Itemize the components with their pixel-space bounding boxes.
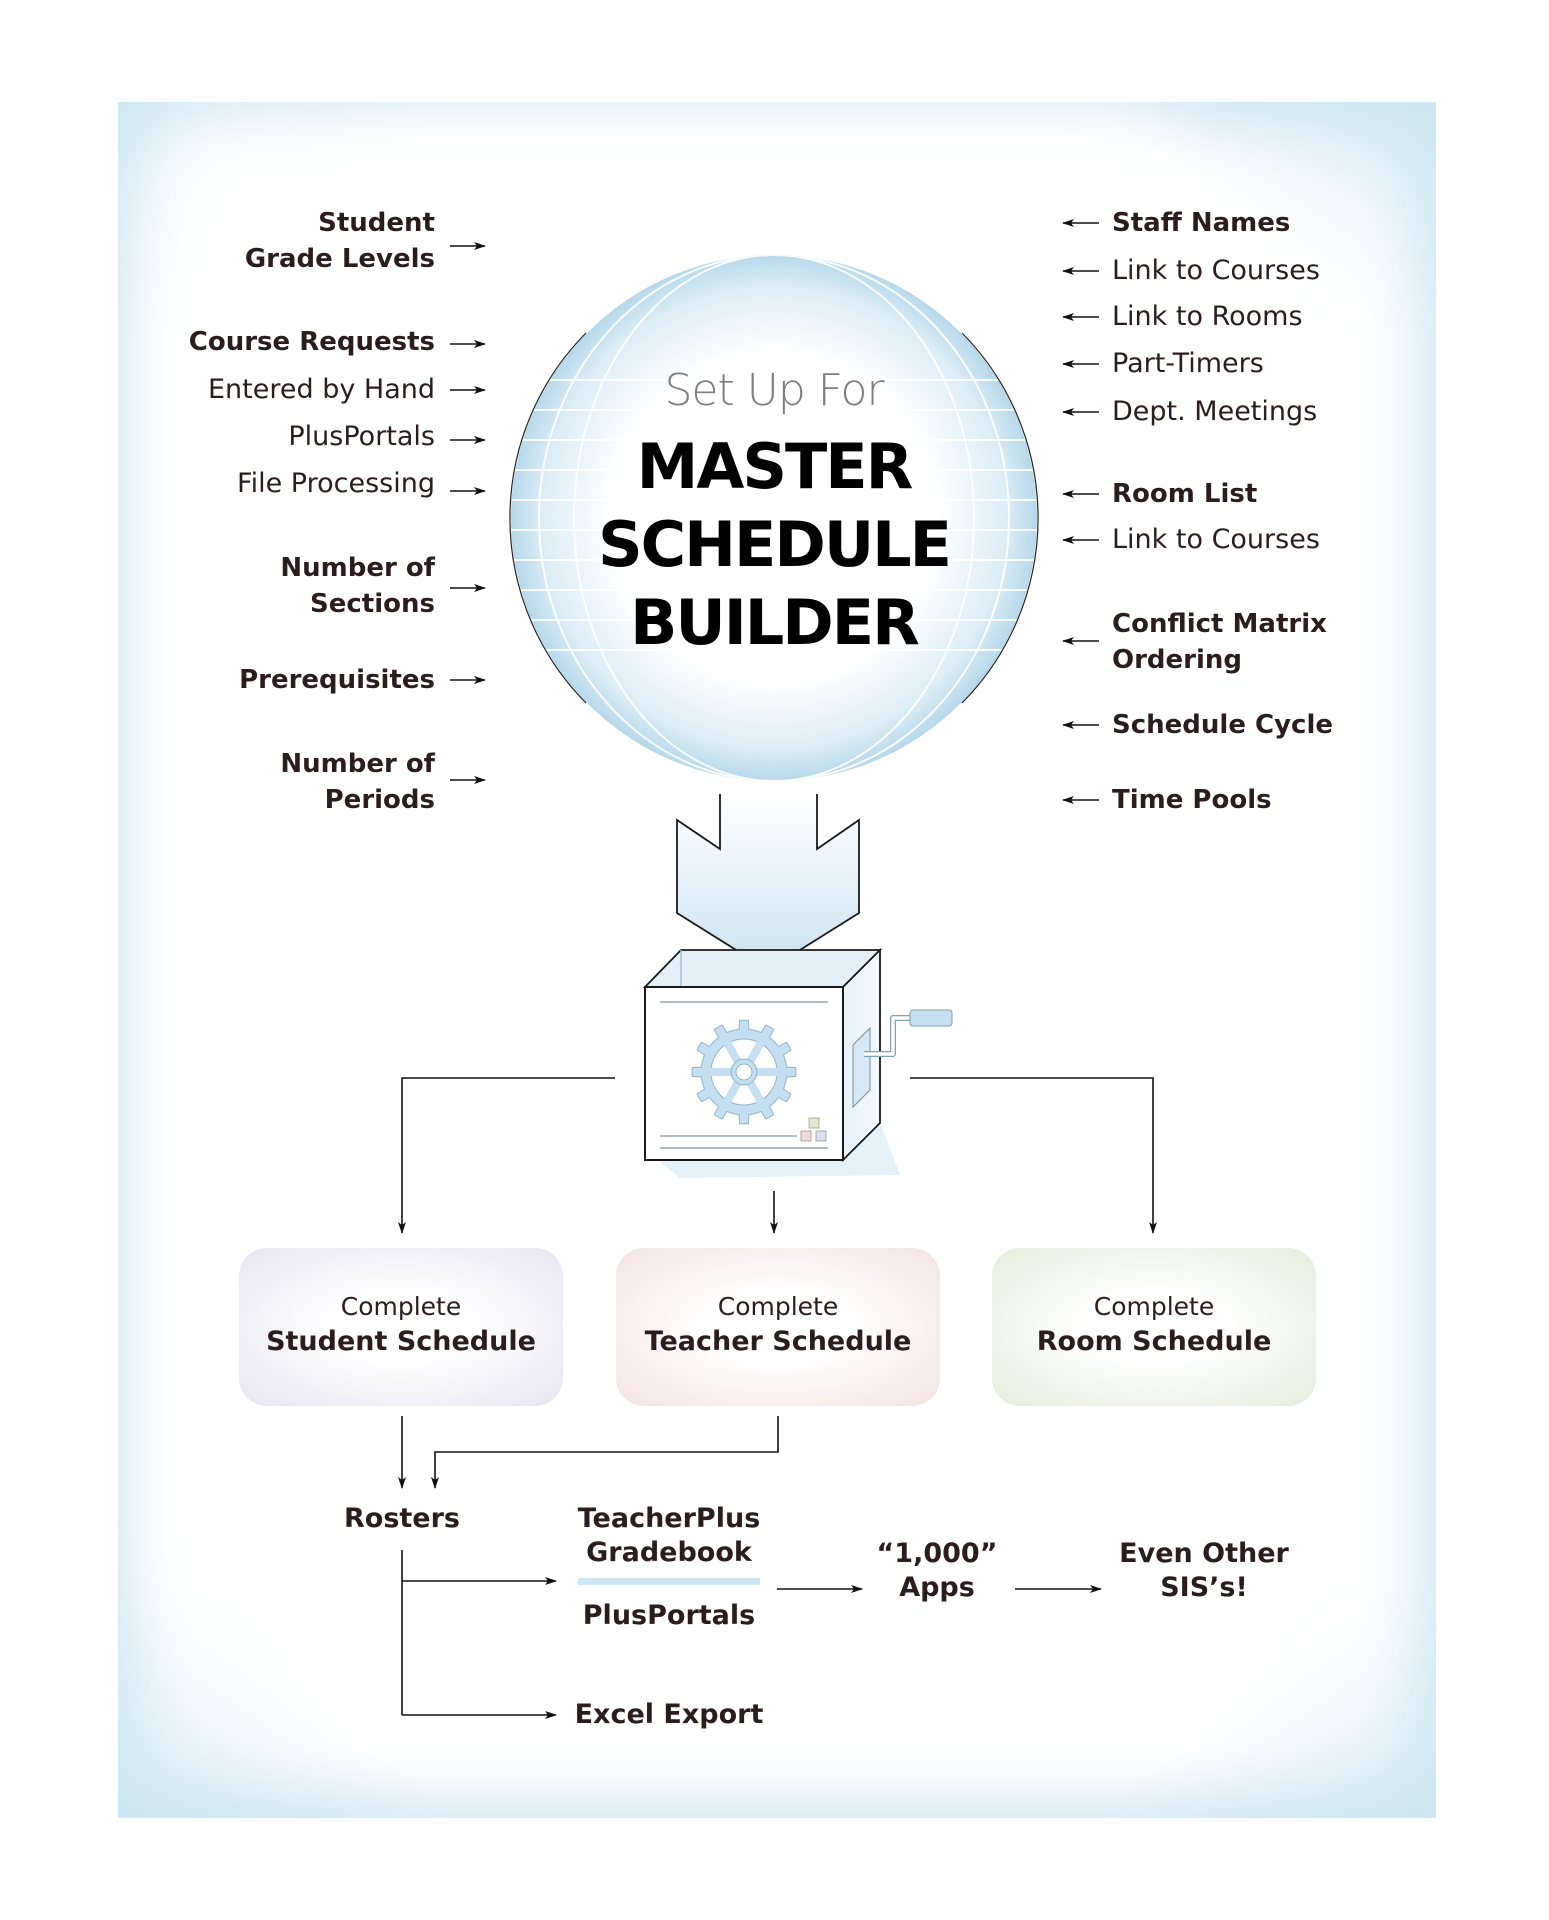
crank-handle [909, 1009, 953, 1027]
input-right-7-line-1: Ordering [1112, 645, 1243, 675]
gradebook-line-2: Gradebook [586, 1537, 752, 1568]
teacher-schedule-prefix: Complete [717, 1292, 839, 1321]
connector-to-room [910, 1077, 1157, 1234]
apps-line-2: Apps [899, 1572, 975, 1603]
input-right-5: Room List [1112, 476, 1257, 512]
apps-label: “1,000” Apps [877, 1537, 998, 1605]
input-left-0-line-0: Student [318, 208, 435, 238]
input-left-3: PlusPortals [288, 419, 435, 455]
gradebook-line-1: TeacherPlus [577, 1503, 761, 1534]
input-left-0: Student Grade Levels [245, 205, 435, 277]
input-left-3-line-0: PlusPortals [288, 421, 435, 452]
left-input-arrows [450, 242, 486, 784]
input-right-0-line-0: Staff Names [1112, 208, 1291, 238]
title-subtitle: Set Up For [664, 365, 884, 416]
portals-label: PlusPortals [582, 1600, 756, 1631]
room-schedule-prefix: Complete [1093, 1292, 1215, 1321]
input-right-6: Link to Courses [1112, 522, 1320, 558]
indicator-square-green [808, 1117, 820, 1129]
input-left-2-line-0: Entered by Hand [207, 374, 435, 405]
input-right-1: Link to Courses [1112, 253, 1320, 289]
input-left-7-line-0: Number of [280, 749, 435, 779]
right-input-arrows [1062, 219, 1099, 804]
input-left-6-line-0: Prerequisites [239, 665, 435, 695]
room-schedule-name: Room Schedule [1036, 1326, 1272, 1357]
scheduler-machine [642, 947, 953, 1178]
rosters-label: Rosters [343, 1503, 461, 1534]
input-left-1: Course Requests [189, 324, 435, 360]
indicator-square-red [800, 1130, 812, 1142]
input-right-6-line-0: Link to Courses [1112, 524, 1320, 555]
input-right-8: Schedule Cycle [1112, 707, 1333, 743]
input-right-2: Link to Rooms [1112, 299, 1303, 335]
other-sis-label: Even Other SIS’s! [1119, 1537, 1289, 1605]
input-left-1-line-0: Course Requests [188, 327, 435, 357]
connector-teacher-to-rosters [431, 1416, 779, 1489]
input-right-7-line-0: Conflict Matrix [1112, 609, 1327, 639]
room-schedule-box: Complete Room Schedule [992, 1248, 1316, 1406]
title-line-2: SCHEDULE [597, 508, 952, 581]
input-left-5-line-0: Number of [280, 553, 435, 583]
input-right-4: Dept. Meetings [1112, 394, 1317, 430]
input-left-7: Number of Periods [280, 746, 435, 818]
title-main: MASTER SCHEDULE BUILDER [597, 428, 952, 662]
input-right-9: Time Pools [1112, 782, 1272, 818]
input-right-8-line-0: Schedule Cycle [1112, 710, 1333, 740]
input-right-1-line-0: Link to Courses [1112, 255, 1320, 286]
gradebook-label: TeacherPlus Gradebook [578, 1502, 761, 1570]
title-line-1: MASTER [636, 430, 914, 503]
other-sis-line-1: Even Other [1119, 1538, 1289, 1569]
apps-line-1: “1,000” [876, 1538, 998, 1569]
input-right-7: Conflict Matrix Ordering [1112, 606, 1327, 678]
input-right-3: Part-Timers [1112, 346, 1264, 382]
title-line-3: BUILDER [630, 586, 920, 659]
student-schedule-name: Student Schedule [266, 1326, 536, 1357]
input-right-4-line-0: Dept. Meetings [1112, 396, 1318, 427]
teacher-schedule-name: Teacher Schedule [644, 1326, 912, 1357]
input-right-9-line-0: Time Pools [1112, 785, 1272, 815]
indicator-square-purple [815, 1130, 827, 1142]
input-left-4: File Processing [237, 466, 435, 502]
input-left-5: Number of Sections [280, 550, 435, 622]
gradebook-divider [578, 1578, 760, 1585]
input-right-3-line-0: Part-Timers [1112, 348, 1264, 379]
input-right-0: Staff Names [1112, 205, 1290, 241]
other-sis-line-2: SIS’s! [1160, 1572, 1248, 1603]
input-left-6: Prerequisites [239, 662, 435, 698]
input-left-0-line-1: Grade Levels [244, 244, 435, 274]
big-down-arrow [676, 794, 860, 972]
input-right-2-line-0: Link to Rooms [1112, 301, 1303, 332]
student-schedule-box: Complete Student Schedule [239, 1248, 563, 1406]
excel-export-label: Excel Export [574, 1699, 764, 1730]
input-left-4-line-0: File Processing [237, 468, 435, 499]
input-left-7-line-1: Periods [324, 785, 435, 815]
teacher-schedule-box: Complete Teacher Schedule [616, 1248, 940, 1406]
input-left-5-line-1: Sections [310, 589, 435, 619]
student-schedule-prefix: Complete [340, 1292, 462, 1321]
input-left-2: Entered by Hand [208, 372, 435, 408]
connector-to-student [398, 1077, 615, 1234]
input-right-5-line-0: Room List [1112, 479, 1258, 509]
